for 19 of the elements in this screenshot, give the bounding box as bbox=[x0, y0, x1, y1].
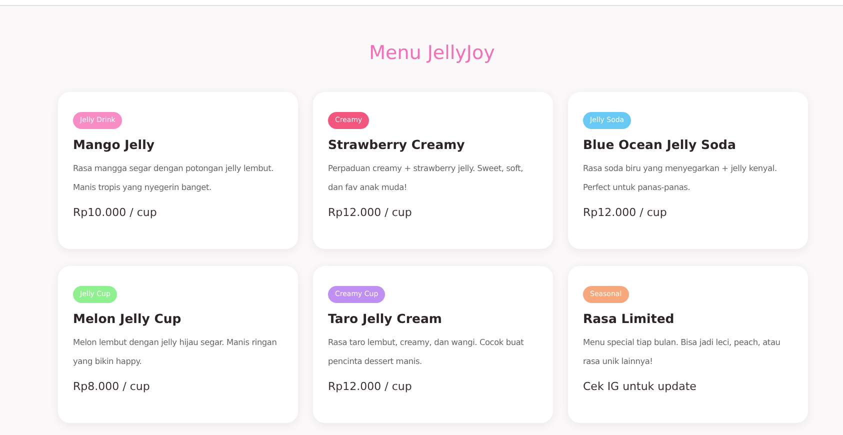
item-name: Melon Jelly Cup bbox=[73, 311, 182, 326]
item-name: Blue Ocean Jelly Soda bbox=[583, 137, 737, 152]
item-description: Rasa soda biru yang menyegarkan + jelly kenyal. Perfect untuk panas-panas. bbox=[583, 162, 778, 194]
item-price: Rp12.000 / cup bbox=[328, 206, 413, 219]
item-name: Rasa Limited bbox=[583, 311, 676, 326]
item-price: Rp12.000 / cup bbox=[328, 380, 413, 393]
item-name: Mango Jelly bbox=[73, 137, 156, 152]
item-price: Cek IG untuk update bbox=[583, 380, 698, 393]
item-name: Strawberry Creamy bbox=[328, 137, 466, 152]
item-price: Rp10.000 / cup bbox=[73, 206, 158, 219]
item-price: Rp12.000 / cup bbox=[583, 206, 668, 219]
item-description: Perpaduan creamy + strawberry jelly. Sweet, soft, dan fav anak muda! bbox=[328, 162, 524, 194]
item-name: Taro Jelly Cream bbox=[328, 311, 443, 326]
page-title: Menu JellyJoy bbox=[368, 42, 496, 64]
item-price: Rp8.000 / cup bbox=[73, 380, 151, 393]
item-description: Menu special tiap bulan. Bisa jadi leci, peach, atau rasa unik lainnya! bbox=[583, 336, 782, 368]
item-description: Rasa taro lembut, creamy, dan wangi. Cocok buat pencinta dessert manis. bbox=[328, 336, 525, 368]
item-description: Rasa mangga segar dengan potongan jelly lembut. Manis tropis yang nyegerin banget. bbox=[73, 162, 275, 194]
item-description: Melon lembut dengan jelly hijau segar. Manis ringan yang bikin happy. bbox=[73, 336, 278, 368]
